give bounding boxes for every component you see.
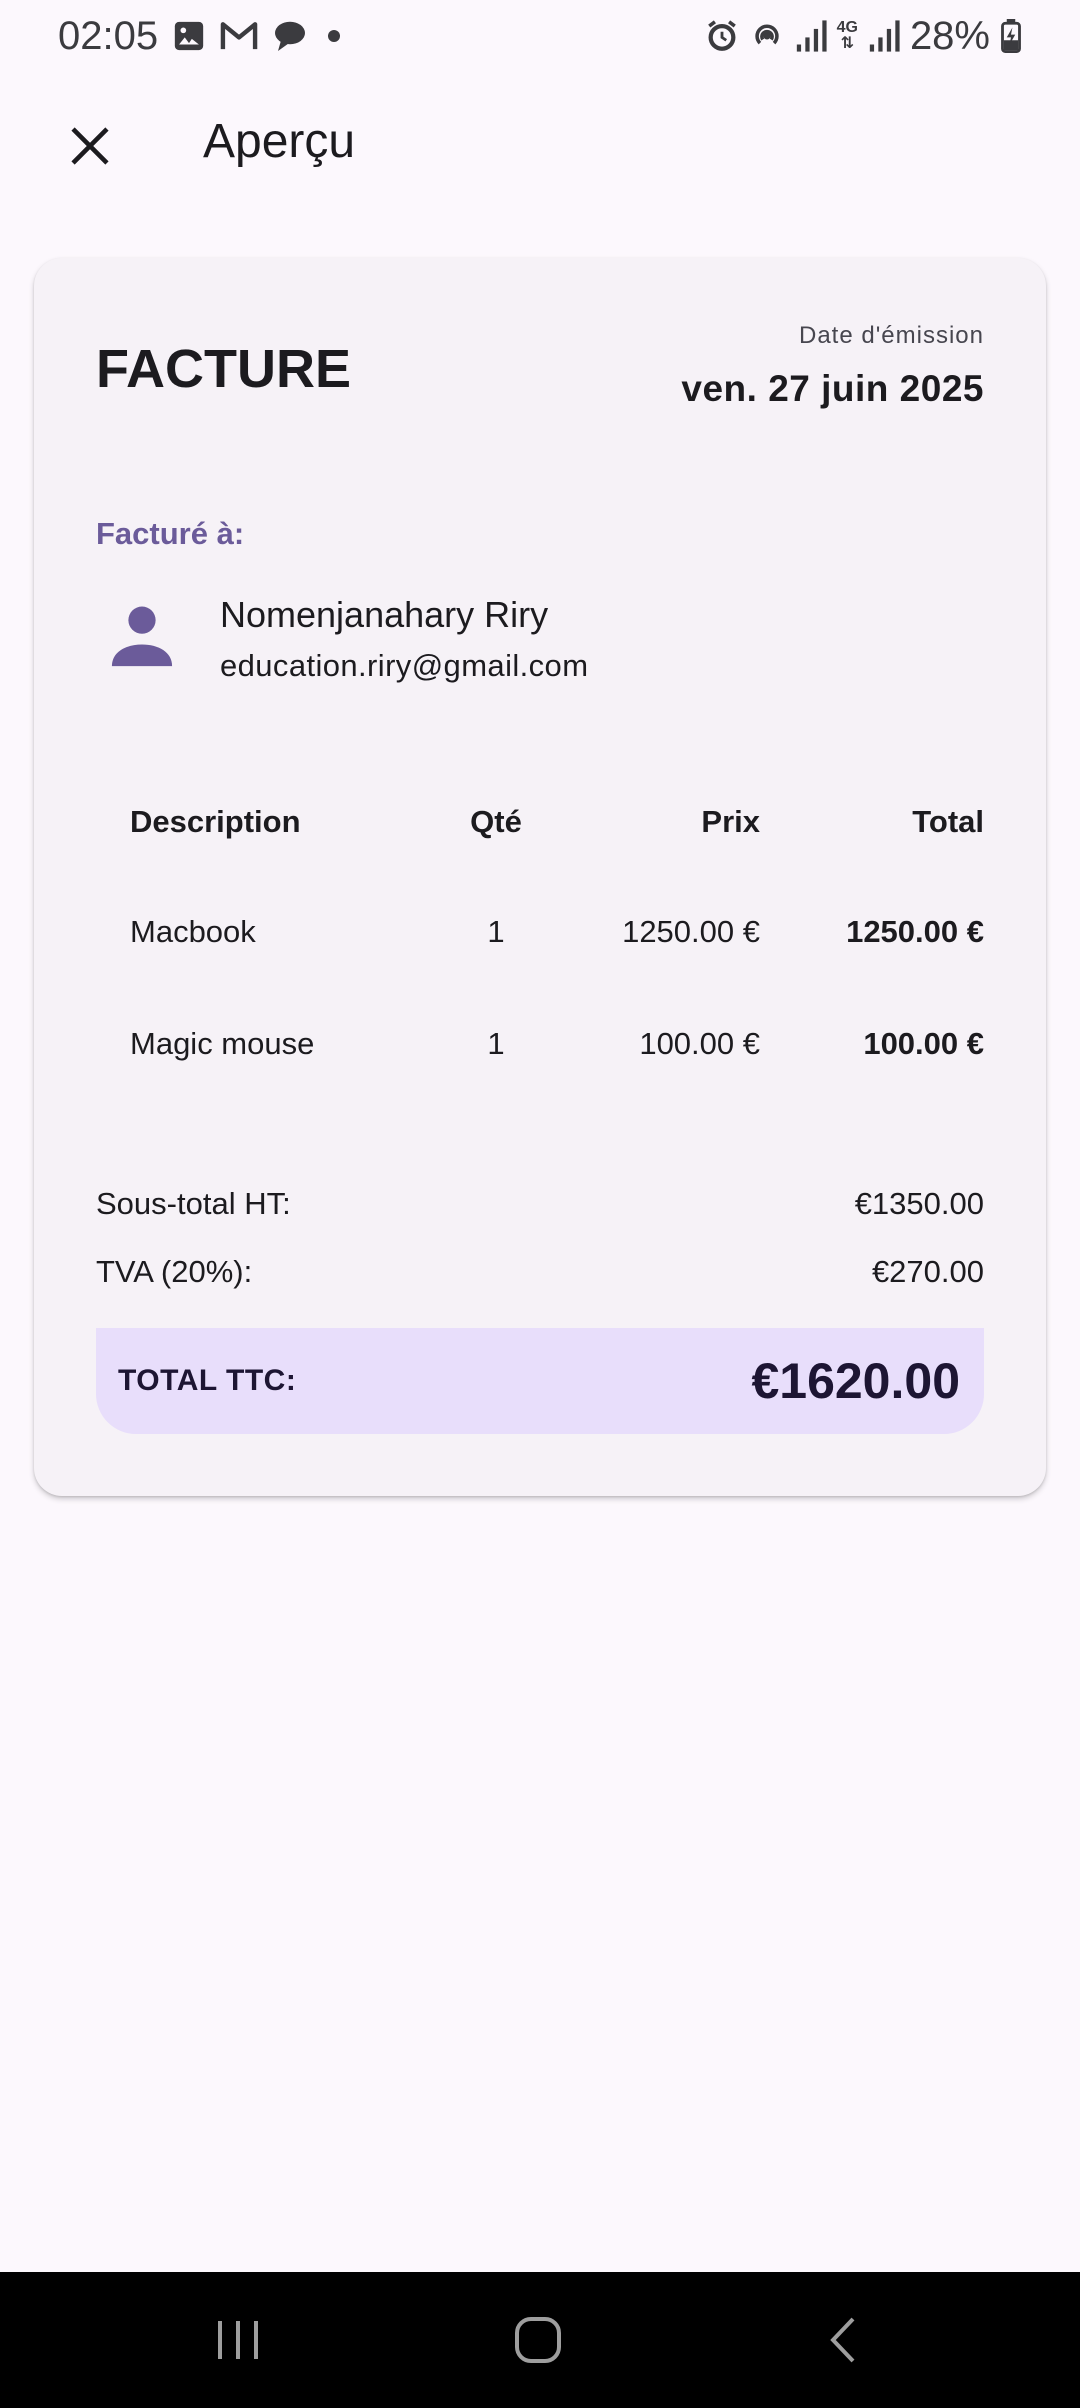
battery-percentage: 28% — [909, 13, 990, 58]
vat-line: TVA (20%): €270.00 — [96, 1254, 984, 1290]
table-row: Magic mouse 1 100.00 € 100.00 € — [130, 1026, 984, 1138]
item-qty: 1 — [487, 1026, 505, 1061]
app-bar: Aperçu — [0, 100, 1080, 192]
grand-total-box: TOTAL TTC: €1620.00 — [96, 1328, 984, 1434]
grand-total-label: TOTAL TTC: — [118, 1364, 297, 1397]
subtotal-line: Sous-total HT: €1350.00 — [96, 1186, 984, 1222]
status-right: 4G ⇅ 28% — [705, 14, 1022, 59]
header-qty: Qté — [470, 804, 522, 839]
client-email: education.riry@gmail.com — [220, 648, 589, 683]
item-price: 100.00 € — [639, 1026, 760, 1061]
item-total: 100.00 € — [863, 1026, 984, 1061]
table-header-row: Description Qté Prix Total — [130, 804, 984, 914]
grand-total-value: €1620.00 — [751, 1353, 960, 1409]
vat-value: €270.00 — [871, 1254, 984, 1289]
header-description: Description — [130, 804, 301, 839]
gallery-notification-icon — [172, 19, 206, 53]
status-bar: 02:05 4G ⇅ 28% — [0, 0, 1080, 72]
item-price: 1250.00 € — [622, 914, 760, 949]
status-time: 02:05 — [58, 13, 159, 58]
subtotal-label: Sous-total HT: — [96, 1186, 291, 1221]
data-arrows-icon: ⇅ — [840, 35, 854, 52]
header-price: Prix — [701, 804, 760, 839]
item-description: Magic mouse — [130, 1026, 315, 1061]
back-button[interactable] — [762, 2272, 922, 2408]
recent-apps-icon — [218, 2321, 258, 2359]
network-type-icon: 4G ⇅ — [837, 20, 858, 52]
billed-to-label: Facturé à: — [96, 516, 245, 551]
signal-icon-1 — [795, 19, 827, 53]
back-icon — [830, 2317, 855, 2363]
home-icon — [515, 2317, 561, 2363]
more-notifications-dot-icon — [322, 24, 346, 48]
close-button[interactable] — [44, 100, 136, 192]
item-total: 1250.00 € — [846, 914, 984, 949]
vat-label: TVA (20%): — [96, 1254, 253, 1289]
page-title: Aperçu — [203, 115, 356, 168]
issue-date-value: ven. 27 juin 2025 — [681, 368, 984, 409]
client-name: Nomenjanahary Riry — [220, 594, 549, 635]
header-total: Total — [912, 804, 984, 839]
alarm-icon — [705, 19, 739, 53]
signal-icon-2 — [868, 19, 900, 53]
system-nav-bar — [0, 2272, 1080, 2408]
invoice-title: FACTURE — [96, 339, 351, 399]
status-left: 02:05 — [58, 14, 346, 59]
table-row: Macbook 1 1250.00 € 1250.00 € — [130, 914, 984, 1026]
home-button[interactable] — [458, 2272, 618, 2408]
battery-charging-icon — [1000, 19, 1022, 53]
item-description: Macbook — [130, 914, 256, 949]
person-icon — [104, 598, 180, 674]
messages-notification-icon — [272, 19, 308, 53]
gmail-notification-icon — [220, 19, 258, 53]
subtotal-value: €1350.00 — [854, 1186, 984, 1221]
network-type-label: 4G — [836, 19, 858, 36]
close-icon — [71, 127, 109, 165]
invoice-card: FACTURE Date d'émission ven. 27 juin 202… — [34, 258, 1046, 1496]
hotspot-icon — [749, 19, 785, 53]
recent-apps-button[interactable] — [158, 2272, 318, 2408]
items-table: Description Qté Prix Total Macbook 1 125… — [130, 804, 984, 1138]
item-qty: 1 — [487, 914, 505, 949]
issue-date-label: Date d'émission — [799, 322, 984, 349]
